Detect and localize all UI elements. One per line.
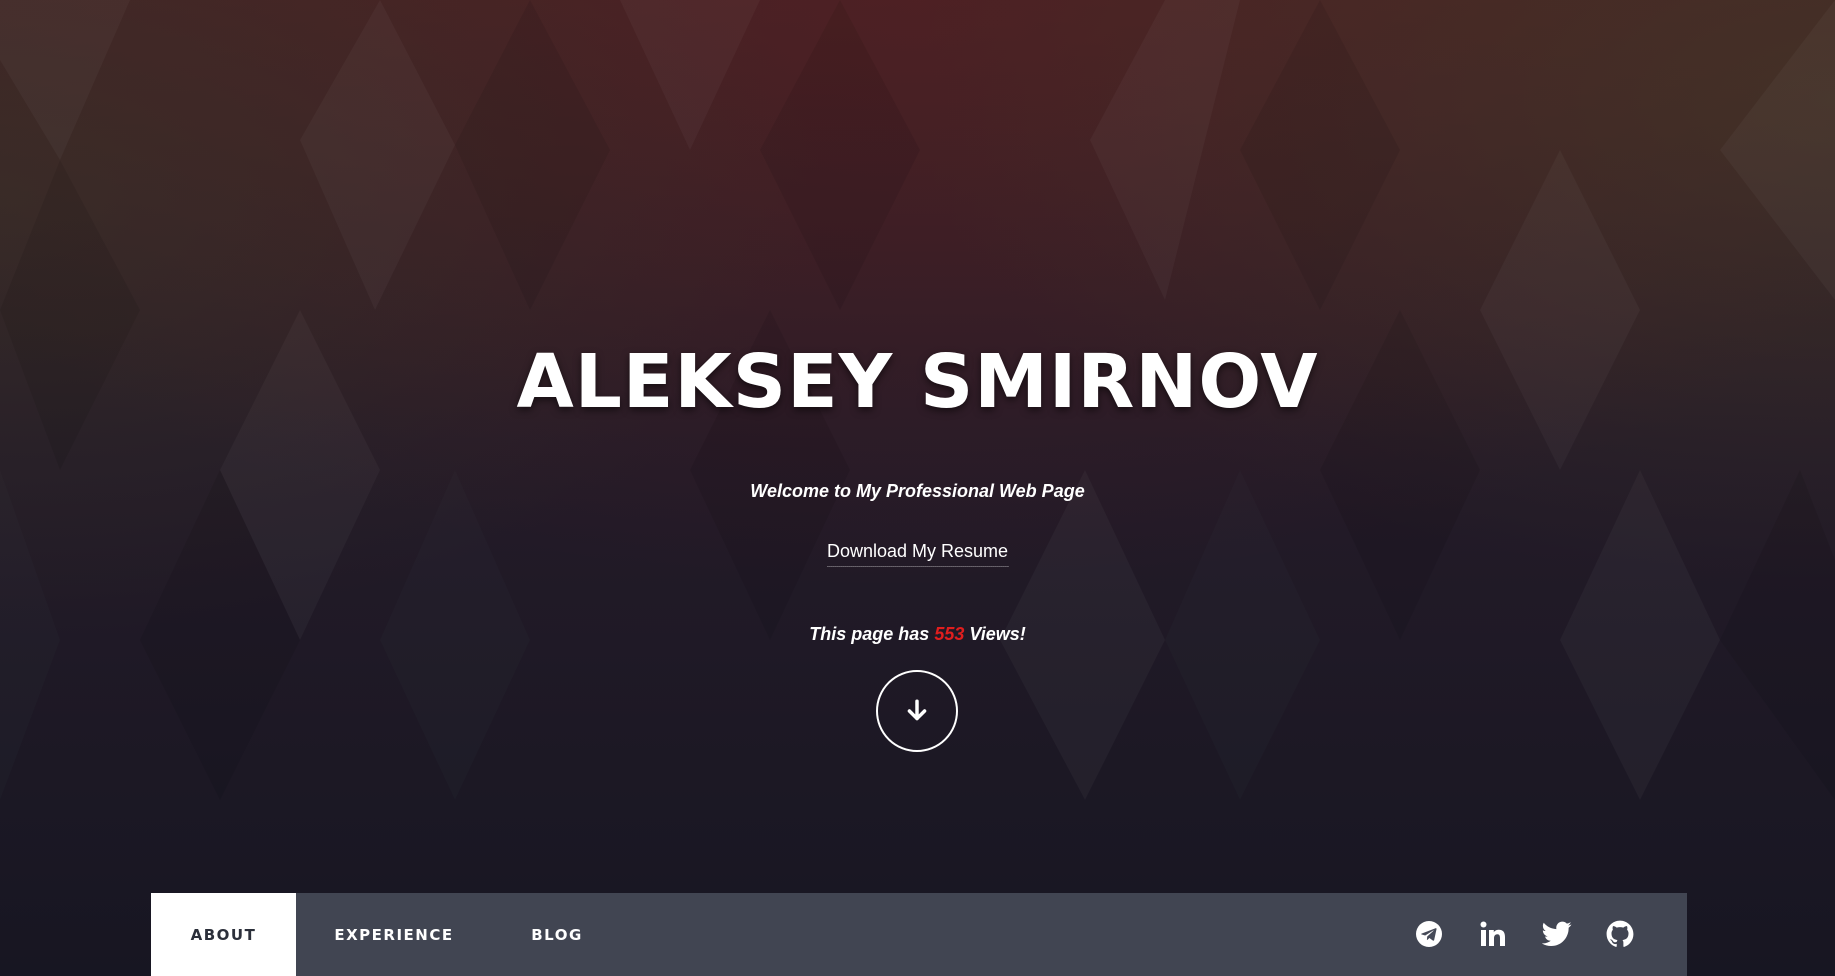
download-resume-link[interactable]: Download My Resume bbox=[826, 541, 1009, 567]
views-prefix: This page has bbox=[809, 624, 930, 644]
arrow-down-icon bbox=[907, 699, 927, 721]
scroll-down-button[interactable] bbox=[876, 670, 958, 752]
main-navbar: ABOUT EXPERIENCE BLOG bbox=[151, 893, 1687, 976]
github-link[interactable] bbox=[1603, 917, 1637, 951]
linkedin-icon bbox=[1480, 921, 1505, 946]
tab-about[interactable]: ABOUT bbox=[151, 893, 296, 976]
hero-tagline: Welcome to My Professional Web Page bbox=[750, 481, 1085, 501]
tab-experience[interactable]: EXPERIENCE bbox=[296, 893, 492, 976]
github-icon bbox=[1606, 920, 1634, 947]
views-suffix: Views! bbox=[969, 624, 1026, 644]
twitter-icon bbox=[1542, 921, 1572, 946]
tab-blog[interactable]: BLOG bbox=[492, 893, 622, 976]
views-count: 553 bbox=[934, 624, 965, 644]
telegram-link[interactable] bbox=[1412, 917, 1446, 951]
twitter-link[interactable] bbox=[1540, 917, 1574, 951]
linkedin-link[interactable] bbox=[1476, 917, 1510, 951]
telegram-icon bbox=[1416, 921, 1442, 947]
page-views-text: This page has 553 Views! bbox=[0, 624, 1835, 645]
hero-name: ALEKSEY SMIRNOV bbox=[516, 339, 1319, 425]
